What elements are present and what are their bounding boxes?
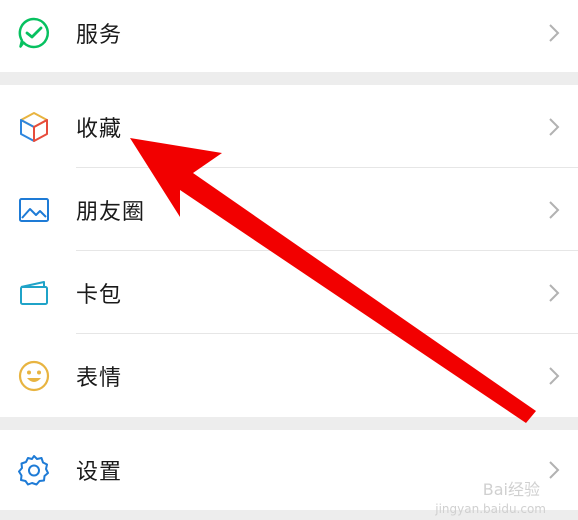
stickers-label: 表情 (76, 365, 123, 391)
services-group: 服务 (0, 0, 578, 72)
settings-gear-icon (16, 452, 52, 488)
menu-item-card-wallet[interactable]: 卡包 (0, 251, 578, 334)
card-wallet-label: 卡包 (76, 282, 123, 308)
baidu-watermark: Bai经验 (482, 480, 540, 499)
main-group: 收藏 朋友圈 卡包 表情 (0, 85, 578, 417)
services-label: 服务 (76, 23, 123, 48)
chevron-right-icon (549, 117, 560, 136)
chevron-right-icon (549, 200, 560, 219)
menu-item-moments[interactable]: 朋友圈 (0, 168, 578, 251)
favorites-cube-icon (16, 109, 52, 145)
settings-label: 设置 (76, 460, 123, 485)
card-wallet-icon (16, 275, 52, 311)
chevron-right-icon (549, 283, 560, 302)
sticker-smiley-icon (16, 358, 52, 394)
chevron-right-icon (549, 461, 560, 479)
chevron-right-icon (549, 24, 560, 42)
chevron-right-icon (549, 366, 560, 385)
menu-item-favorites[interactable]: 收藏 (0, 85, 578, 168)
services-icon (16, 15, 52, 51)
favorites-label: 收藏 (76, 116, 123, 142)
moments-picture-icon (16, 192, 52, 228)
moments-label: 朋友圈 (76, 199, 146, 225)
menu-item-services[interactable]: 服务 (0, 0, 578, 66)
menu-item-stickers[interactable]: 表情 (0, 334, 578, 417)
baidu-watermark-url: jingyan.baidu.com (435, 502, 546, 516)
